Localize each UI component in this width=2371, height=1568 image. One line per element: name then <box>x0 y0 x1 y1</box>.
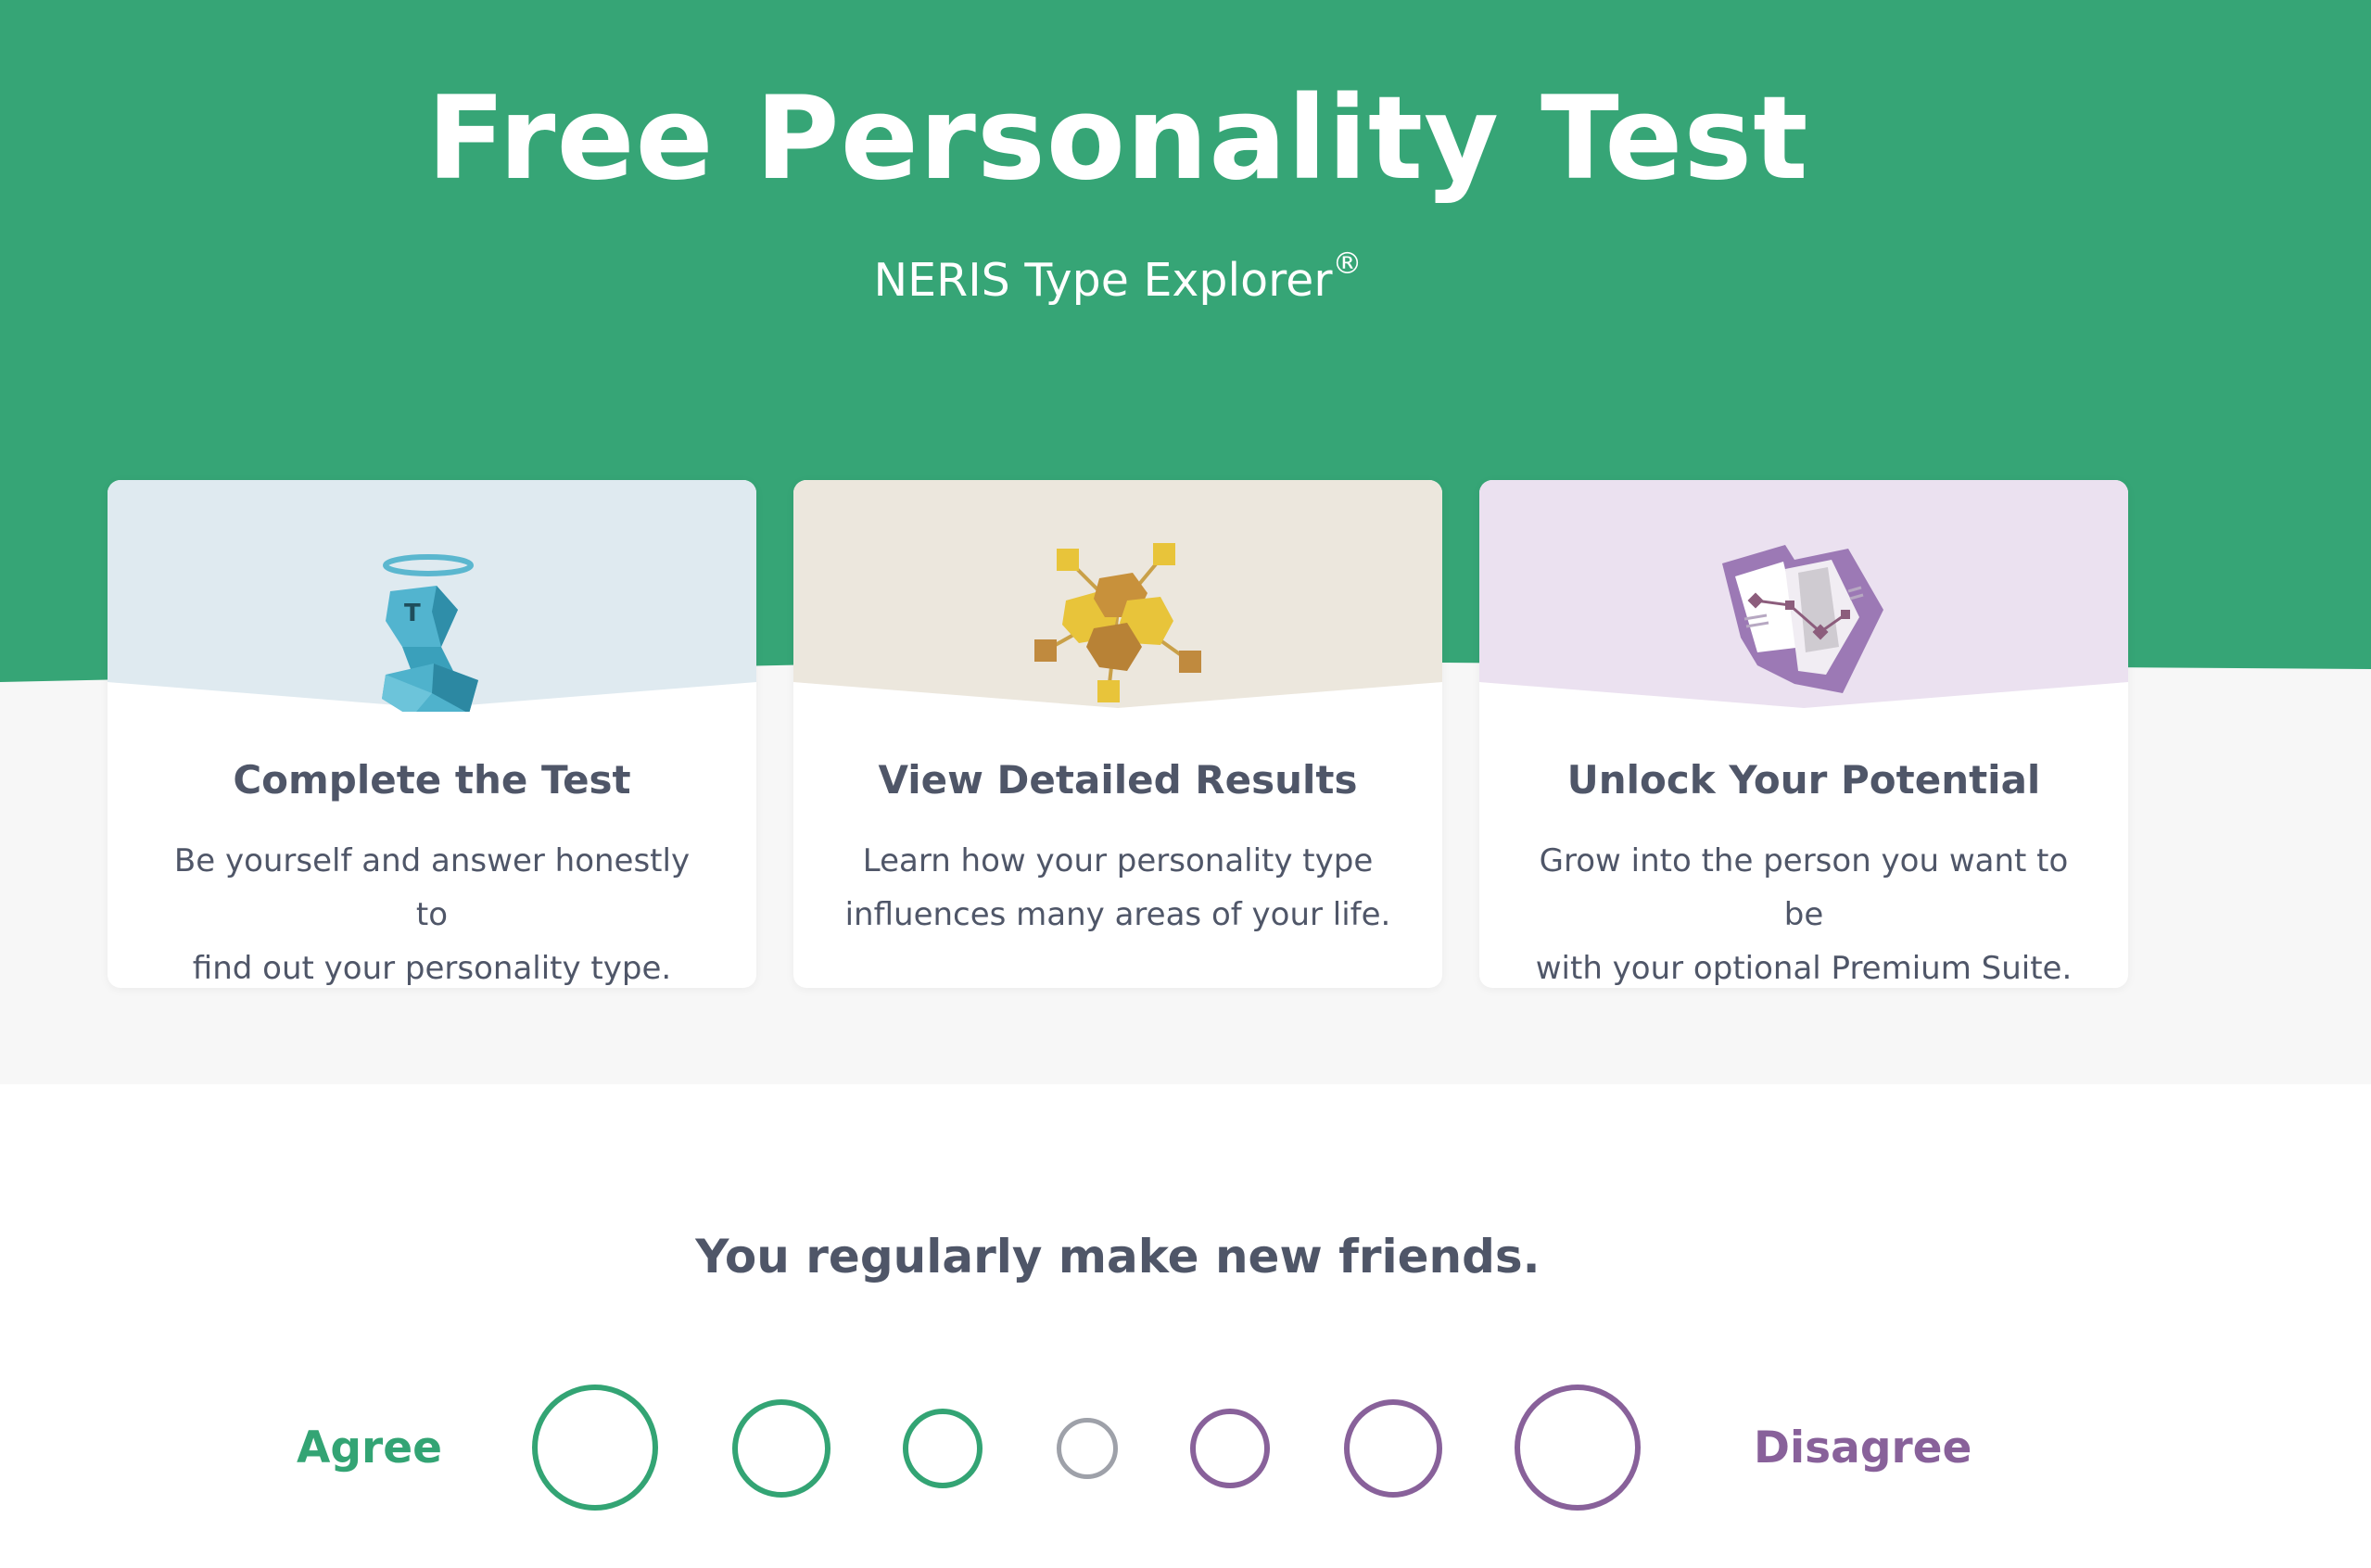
svg-text:T: T <box>404 600 421 627</box>
disagree-label: Disagree <box>1754 1423 1972 1473</box>
card-description-line: influences many areas of your life. <box>844 896 1391 933</box>
question-text: You regularly make new friends. <box>695 1230 1541 1283</box>
card-title: View Detailed Results <box>878 757 1358 803</box>
option-neutral[interactable] <box>1057 1418 1118 1479</box>
card-description-line: find out your personality type. <box>192 950 672 987</box>
card-complete-test: T Complete the Test Be yourself and answ… <box>108 480 756 988</box>
card-description-line: with your optional Premium Suite. <box>1535 950 2073 987</box>
agree-label: Agree <box>297 1423 442 1473</box>
card-description: Be yourself and answer honestly to find … <box>154 834 710 988</box>
card-title: Unlock Your Potential <box>1566 757 2041 803</box>
option-strongly-disagree[interactable] <box>1515 1385 1641 1511</box>
subtitle-text: NERIS Type Explorer <box>873 254 1333 307</box>
option-slightly-agree[interactable] <box>903 1409 983 1488</box>
option-disagree[interactable] <box>1344 1399 1442 1498</box>
personality-test-page: Free Personality Test NERIS Type Explore… <box>0 0 2371 1568</box>
page-title: Free Personality Test <box>426 72 1809 206</box>
map-document-icon <box>1479 508 2128 712</box>
card-unlock-potential: Unlock Your Potential Grow into the pers… <box>1479 480 2128 988</box>
halo-figure-icon: T <box>108 508 756 717</box>
registered-mark: ® <box>1332 246 1363 281</box>
card-description: Learn how your personality type influenc… <box>840 834 1396 942</box>
option-strongly-agree[interactable] <box>532 1385 658 1511</box>
card-description-line: Be yourself and answer honestly to <box>173 842 691 933</box>
option-agree[interactable] <box>732 1399 830 1498</box>
card-description-line: Learn how your personality type <box>862 842 1374 879</box>
card-title: Complete the Test <box>233 757 631 803</box>
card-detailed-results: View Detailed Results Learn how your per… <box>793 480 1442 988</box>
connected-cubes-icon <box>793 508 1442 712</box>
card-description: Grow into the person you want to be with… <box>1526 834 2082 988</box>
card-description-line: Grow into the person you want to be <box>1539 842 2069 933</box>
page-subtitle: NERIS Type Explorer® <box>0 248 2236 313</box>
option-slightly-disagree[interactable] <box>1190 1409 1270 1488</box>
